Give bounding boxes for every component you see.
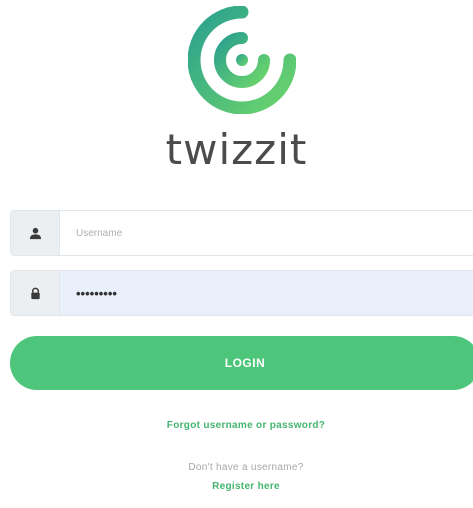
username-addon (11, 211, 60, 255)
password-input[interactable] (60, 271, 473, 315)
username-field (10, 210, 473, 256)
lock-icon (30, 287, 40, 299)
register-link[interactable]: Register here (0, 481, 473, 492)
no-username-text: Don't have a username? (188, 462, 304, 473)
user-icon (29, 227, 41, 239)
spiral-logo-icon (188, 6, 296, 114)
password-field (10, 270, 473, 316)
brand-name: twizzit (165, 125, 308, 174)
login-button[interactable]: LOGIN (10, 336, 473, 390)
password-addon (11, 271, 60, 315)
username-input[interactable] (60, 211, 473, 255)
logo-area: twizzit (0, 0, 473, 190)
forgot-credentials-link[interactable]: Forgot username or password? (0, 420, 473, 431)
